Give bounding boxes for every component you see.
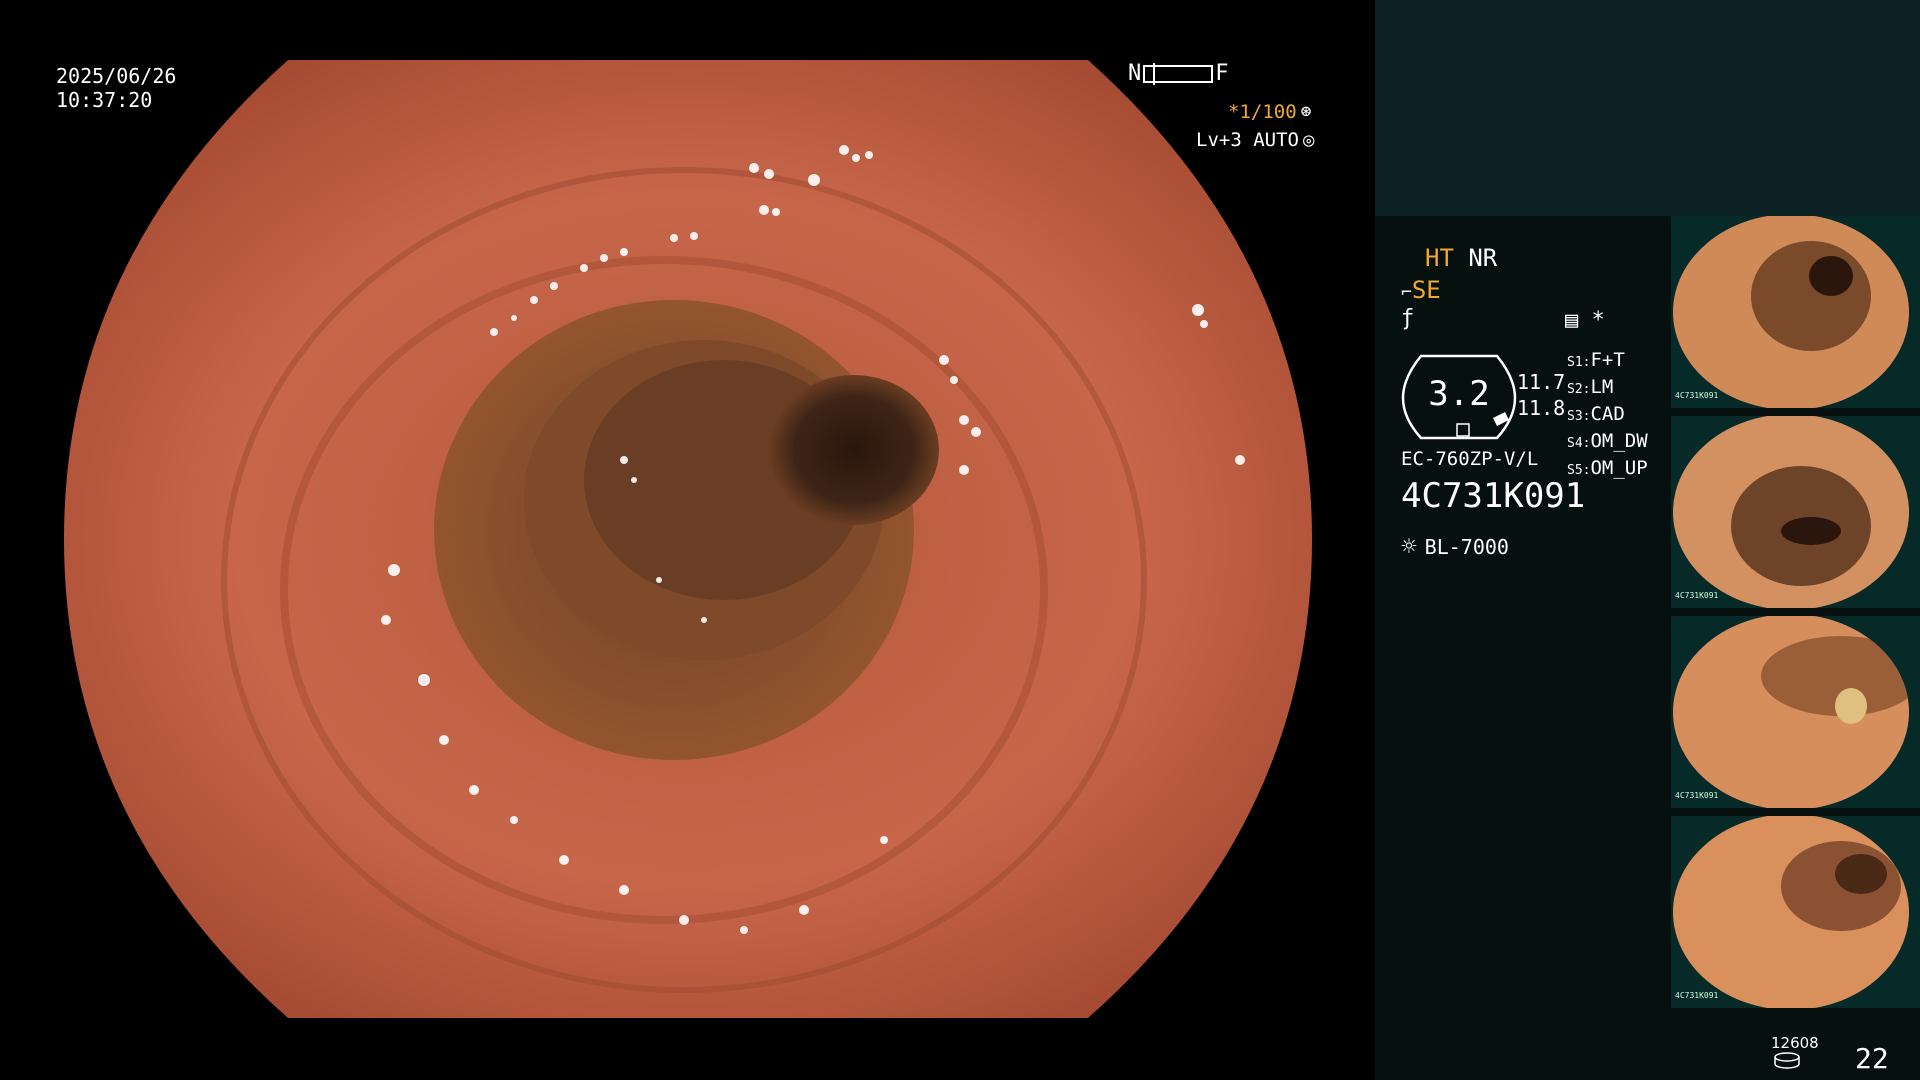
zoom-value: 3.2: [1428, 374, 1490, 414]
document-icon: ▤: [1565, 308, 1579, 333]
scope-model: EC-760ZP-V/L: [1401, 448, 1539, 470]
thumbnail-id: 4C731K091: [1675, 591, 1719, 600]
structure-icon: ⌐: [1401, 282, 1412, 303]
datetime: 2025/06/26 10:37:20: [56, 64, 176, 112]
setting-item: S3:CAD: [1567, 403, 1625, 425]
image-count: 12608: [1771, 1034, 1819, 1052]
ht-label: HT: [1425, 244, 1454, 272]
setting-item: S2:LM: [1567, 376, 1614, 398]
far-label: F: [1215, 61, 1229, 86]
thumbnail-id: 4C731K091: [1675, 391, 1719, 400]
thumbnail[interactable]: 4C731K091: [1671, 616, 1920, 808]
serial-number: 4C731K091: [1401, 476, 1586, 516]
setting-item: S1:F+T: [1567, 349, 1625, 371]
thumbnail[interactable]: 4C731K091: [1671, 816, 1920, 1008]
reading-b: 11.8: [1517, 396, 1566, 420]
near-far-indicator: N F: [1128, 62, 1229, 86]
sun-icon: ☼: [1401, 532, 1417, 562]
shutter-speed: *1/100 ⊛: [1228, 100, 1311, 124]
light-source-label: BL-7000: [1424, 535, 1509, 559]
focus-bar: [1143, 63, 1214, 85]
wave-icon: ƒ: [1401, 306, 1415, 331]
shutter-icon: ⊛: [1300, 101, 1312, 122]
zoom-badge: 3.2: [1401, 352, 1517, 442]
thumbnail-id: 4C731K091: [1675, 791, 1719, 800]
capture-count: 22: [1855, 1042, 1889, 1075]
memo-status: ▤ *: [1565, 308, 1605, 333]
se-label: SE: [1411, 276, 1441, 304]
info-panel: HT NR ⌐SE ƒ ▤ * 3.2 11.7 11.8 S1:F+T S2:…: [1375, 0, 1920, 1080]
light-source: ☼ BL-7000: [1401, 532, 1509, 562]
time-label: 10:37:20: [56, 88, 153, 112]
near-label: N: [1128, 61, 1142, 86]
thumbnail[interactable]: 4C731K091: [1671, 216, 1920, 408]
date-label: 2025/06/26: [56, 64, 177, 88]
storage-icon: [1774, 1052, 1800, 1069]
ht-nr-status: HT NR: [1425, 244, 1497, 272]
thumbnail-id: 4C731K091: [1675, 991, 1719, 1000]
panel-header-area: [1375, 0, 1920, 216]
iris-icon: ◎: [1302, 129, 1315, 151]
setting-item: S4:OM_DW: [1567, 430, 1648, 452]
settings-list: S1:F+T S2:LM S3:CAD S4:OM_DW S5:OM_UP: [1567, 348, 1648, 483]
thumbnail[interactable]: 4C731K091: [1671, 416, 1920, 608]
shutter-label: *1/100: [1228, 101, 1297, 123]
endoscope-image: [64, 60, 1312, 1018]
iris-label: Lv+3 AUTO: [1196, 129, 1299, 151]
reading-a: 11.7: [1517, 370, 1566, 394]
iris-mode: Lv+3 AUTO ◎: [1196, 128, 1314, 152]
star-icon: *: [1591, 308, 1605, 333]
se-status: ⌐SE: [1401, 276, 1441, 304]
nr-label: NR: [1468, 244, 1498, 272]
